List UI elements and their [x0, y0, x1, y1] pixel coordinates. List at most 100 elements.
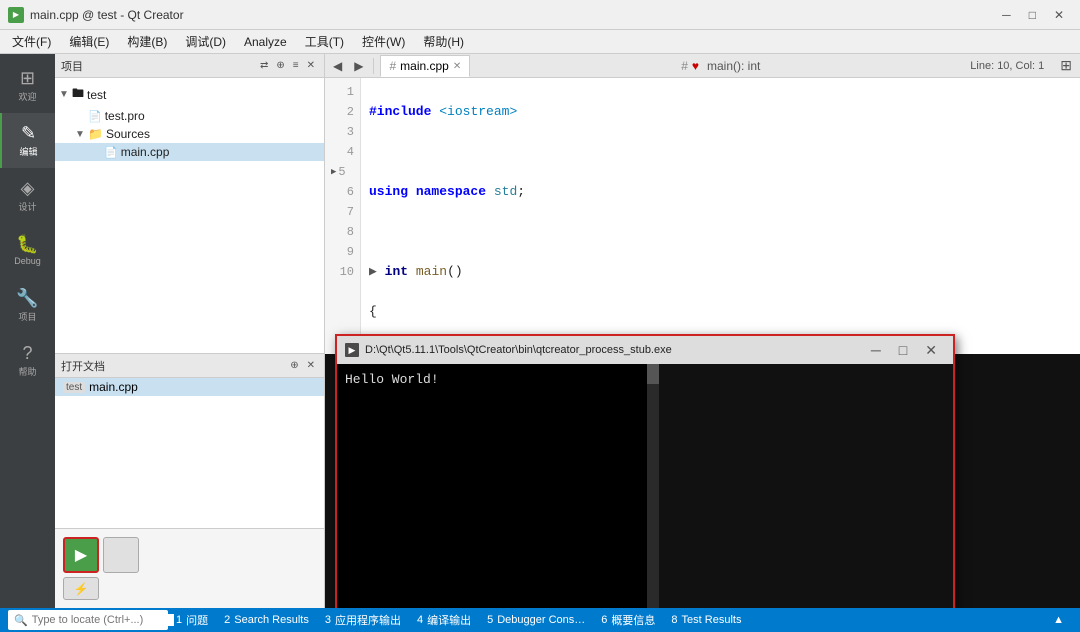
- menu-build[interactable]: 构建(B): [119, 31, 175, 52]
- tab-filename: main.cpp: [400, 59, 449, 73]
- terminal-scrollbar-thumb[interactable]: [647, 364, 659, 384]
- sidebar-item-welcome[interactable]: ⊞ 欢迎: [0, 58, 55, 113]
- menu-controls[interactable]: 控件(W): [354, 31, 413, 52]
- open-files-title: 打开文档: [61, 358, 105, 374]
- run-buttons: ▶: [63, 537, 316, 573]
- status-item-testresults[interactable]: 8 Test Results: [663, 608, 749, 632]
- split-editor-button[interactable]: ⊞: [1056, 56, 1076, 75]
- tree-item-test[interactable]: ▼ 🖿 test: [55, 82, 324, 107]
- line-num-6: 6: [331, 182, 354, 202]
- status-label-1: 问题: [186, 612, 208, 628]
- terminal-scrollbar[interactable]: [647, 364, 659, 608]
- main-layout: ⊞ 欢迎 ✎ 编辑 ◈ 设计 🐛 Debug 🔧 项目 ? 帮助 项目: [0, 54, 1080, 608]
- project-panel: 项目 ⇄ ⊕ ≡ ✕ ▼ 🖿 test 📄 test.pro: [55, 54, 325, 608]
- panel-add-btn[interactable]: ⊕: [273, 59, 287, 72]
- design-label: 设计: [18, 200, 36, 213]
- status-item-compileout[interactable]: 4 编译输出: [409, 608, 479, 632]
- open-file-item-main[interactable]: test main.cpp: [55, 378, 324, 396]
- terminal-maximize-btn[interactable]: □: [891, 340, 915, 361]
- line-num-3: 3: [331, 122, 354, 142]
- project-panel-title: 项目: [61, 58, 83, 74]
- panel-close-btn[interactable]: ✕: [304, 59, 318, 72]
- status-item-appoutput[interactable]: 3 应用程序输出: [317, 608, 409, 632]
- terminal-minimize-btn[interactable]: ─: [863, 340, 889, 361]
- nav-back-button[interactable]: ◀: [329, 58, 346, 74]
- breadcrumb-hash: #: [681, 59, 688, 73]
- terminal-controls[interactable]: ─ □ ✕: [863, 340, 945, 361]
- line-num-8: 8: [331, 222, 354, 242]
- menu-analyze[interactable]: Analyze: [236, 33, 295, 51]
- status-search-box[interactable]: 🔍: [8, 610, 168, 630]
- run-play-button[interactable]: ▶: [63, 537, 99, 573]
- tab-close-button[interactable]: ✕: [453, 61, 461, 72]
- sources-folder-icon: 📁: [88, 127, 103, 141]
- breadcrumb-heart: ♥: [692, 59, 699, 73]
- run-build-button[interactable]: ⚡: [63, 577, 99, 600]
- open-files-panel: 打开文档 ⊕ ✕ test main.cpp: [55, 353, 324, 528]
- edit-label: 编辑: [19, 145, 37, 158]
- open-files-header: 打开文档 ⊕ ✕: [55, 354, 324, 378]
- status-label-4: 编译输出: [427, 612, 471, 628]
- project-icon: 🖿: [72, 84, 84, 105]
- panel-sync-btn[interactable]: ⇄: [257, 59, 271, 72]
- tree-arrow-test: ▼: [59, 89, 69, 100]
- sidebar-item-debug[interactable]: 🐛 Debug: [0, 223, 55, 278]
- tree-arrow-sources: ▼: [75, 129, 85, 140]
- tree-item-testpro[interactable]: 📄 test.pro: [55, 107, 324, 125]
- status-num-6: 6: [601, 614, 607, 626]
- status-expand-btn[interactable]: ▲: [1045, 608, 1072, 632]
- menu-edit[interactable]: 编辑(E): [61, 31, 117, 52]
- terminal-output: Hello World!: [345, 372, 639, 387]
- tree-item-maincpp[interactable]: 📄 main.cpp: [55, 143, 324, 161]
- status-item-problems[interactable]: 1 问题: [168, 608, 216, 632]
- menu-tools[interactable]: 工具(T): [297, 31, 352, 52]
- tree-item-sources[interactable]: ▼ 📁 Sources: [55, 125, 324, 143]
- terminal-icon: ▶: [345, 343, 359, 357]
- terminal-close-btn[interactable]: ✕: [917, 340, 945, 361]
- status-num-1: 1: [176, 614, 182, 626]
- run-stop-placeholder: [103, 537, 139, 573]
- line-num-1: 1: [331, 82, 354, 102]
- search-icon: 🔍: [14, 614, 28, 627]
- line-num-10: 10: [331, 262, 354, 282]
- code-line-6: {: [369, 302, 1072, 322]
- minimize-button[interactable]: ─: [994, 6, 1019, 24]
- cpp-file-icon: 📄: [104, 146, 118, 159]
- sidebar-item-design[interactable]: ◈ 设计: [0, 168, 55, 223]
- locate-input[interactable]: [32, 614, 174, 626]
- maximize-button[interactable]: □: [1021, 6, 1044, 24]
- nav-fwd-button[interactable]: ▶: [350, 58, 367, 74]
- menu-help[interactable]: 帮助(H): [415, 31, 472, 52]
- tab-hash-icon: #: [389, 59, 396, 73]
- panel-filter-btn[interactable]: ≡: [290, 59, 302, 72]
- status-label-6: 概要信息: [611, 612, 655, 628]
- sidebar-item-edit[interactable]: ✎ 编辑: [0, 113, 55, 168]
- close-button[interactable]: ✕: [1046, 6, 1072, 24]
- status-label-3: 应用程序输出: [335, 612, 401, 628]
- editor-tab-maincpp[interactable]: # main.cpp ✕: [380, 55, 470, 77]
- help-label: 帮助: [18, 365, 36, 378]
- line-num-5: ▶5: [331, 162, 354, 182]
- help-icon: ?: [22, 344, 32, 362]
- line-num-2: 2: [331, 102, 354, 122]
- open-files-close-btn[interactable]: ✕: [304, 359, 318, 372]
- sidebar-item-help[interactable]: ? 帮助: [0, 333, 55, 388]
- terminal-path: D:\Qt\Qt5.11.1\Tools\QtCreator\bin\qtcre…: [365, 344, 672, 356]
- status-item-overview[interactable]: 6 概要信息: [593, 608, 663, 632]
- status-item-debugger[interactable]: 5 Debugger Cons…: [479, 608, 593, 632]
- code-line-3: using namespace std;: [369, 182, 1072, 202]
- project-label: 项目: [18, 310, 36, 323]
- menu-debug[interactable]: 调试(D): [177, 31, 234, 52]
- terminal-body: Hello World!: [337, 364, 647, 608]
- open-files-add-btn[interactable]: ⊕: [287, 359, 301, 372]
- menu-file[interactable]: 文件(F): [4, 31, 59, 52]
- status-item-search[interactable]: 2 Search Results: [216, 608, 317, 632]
- status-num-2: 2: [224, 614, 230, 626]
- status-num-3: 3: [325, 614, 331, 626]
- terminal-right-bg: [659, 364, 953, 608]
- sidebar-item-project[interactable]: 🔧 项目: [0, 278, 55, 333]
- code-line-4: [369, 222, 1072, 242]
- title-bar-controls[interactable]: ─ □ ✕: [994, 6, 1072, 24]
- code-line-1: #include <iostream>: [369, 102, 1072, 122]
- title-bar-text: main.cpp @ test - Qt Creator: [30, 8, 184, 22]
